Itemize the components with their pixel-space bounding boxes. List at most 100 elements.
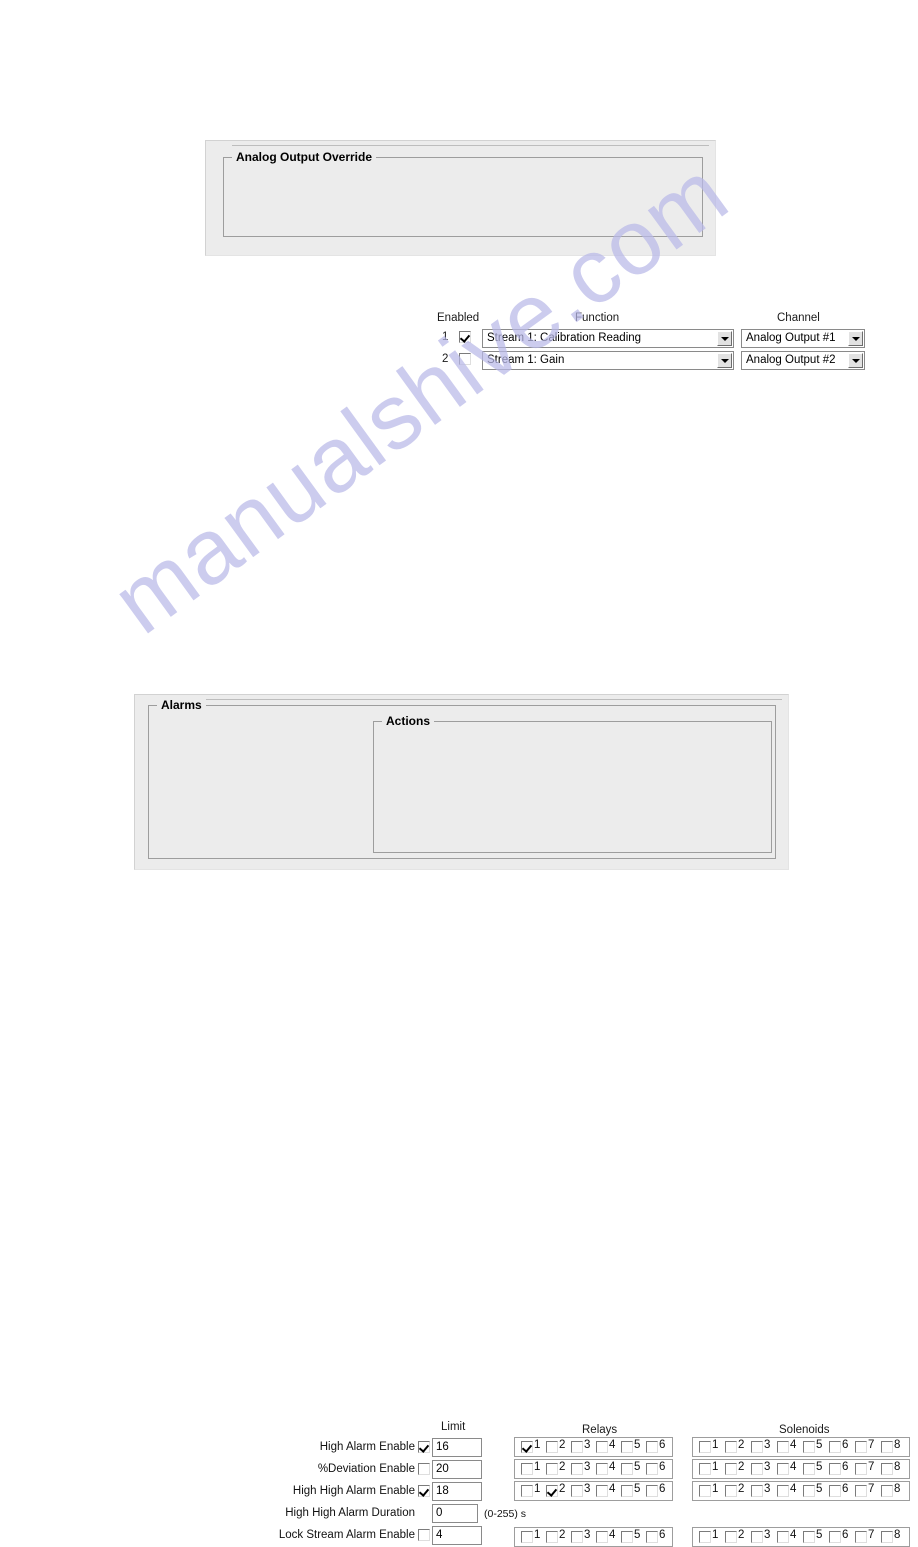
alarm-enable-checkbox[interactable] bbox=[418, 1529, 430, 1541]
alarms-window: Alarms Limit High Alarm Enable 16 %Deviati… bbox=[134, 694, 910, 1547]
relay-number-label: 1 bbox=[534, 1439, 541, 1451]
alarm-enable-checkbox[interactable] bbox=[418, 1463, 430, 1475]
solenoid-checkbox[interactable] bbox=[881, 1531, 893, 1543]
relay-checkbox[interactable] bbox=[621, 1485, 633, 1497]
alarm-enable-checkbox[interactable] bbox=[418, 1441, 430, 1453]
analog-output-channel-combobox[interactable]: Analog Output #1 bbox=[741, 329, 865, 348]
solenoid-number-label: 7 bbox=[868, 1483, 875, 1495]
relay-checkbox[interactable] bbox=[521, 1463, 533, 1475]
solenoid-checkbox[interactable] bbox=[855, 1485, 867, 1497]
solenoid-checkbox[interactable] bbox=[725, 1463, 737, 1475]
relay-checkbox[interactable] bbox=[596, 1485, 608, 1497]
solenoid-checkbox[interactable] bbox=[699, 1441, 711, 1453]
relay-checkbox[interactable] bbox=[521, 1485, 533, 1497]
relay-checkbox[interactable] bbox=[521, 1531, 533, 1543]
solenoid-checkbox[interactable] bbox=[829, 1485, 841, 1497]
solenoid-checkbox[interactable] bbox=[699, 1485, 711, 1497]
solenoid-checkbox[interactable] bbox=[751, 1531, 763, 1543]
solenoid-action-strip: 1 2 3 4 5 6 7 8 bbox=[692, 1459, 910, 1479]
solenoid-checkbox[interactable] bbox=[725, 1441, 737, 1453]
solenoid-checkbox[interactable] bbox=[803, 1531, 815, 1543]
solenoid-checkbox[interactable] bbox=[725, 1485, 737, 1497]
alarm-enable-checkbox[interactable] bbox=[418, 1485, 430, 1497]
relay-checkbox[interactable] bbox=[546, 1441, 558, 1453]
relay-checkbox[interactable] bbox=[621, 1441, 633, 1453]
solenoid-checkbox[interactable] bbox=[751, 1485, 763, 1497]
solenoid-checkbox[interactable] bbox=[777, 1441, 789, 1453]
relay-checkbox[interactable] bbox=[621, 1463, 633, 1475]
alarm-limit-input[interactable]: 4 bbox=[432, 1526, 482, 1545]
relay-checkbox[interactable] bbox=[521, 1441, 533, 1453]
relay-number-label: 1 bbox=[534, 1483, 541, 1495]
solenoid-checkbox[interactable] bbox=[881, 1463, 893, 1475]
alarm-limit-input[interactable]: 20 bbox=[432, 1460, 482, 1479]
chevron-down-icon[interactable] bbox=[717, 353, 732, 368]
relay-checkbox[interactable] bbox=[571, 1531, 583, 1543]
relay-checkbox[interactable] bbox=[571, 1485, 583, 1497]
analog-output-channel-combobox[interactable]: Analog Output #2 bbox=[741, 351, 865, 370]
chevron-down-icon[interactable] bbox=[848, 353, 863, 368]
solenoid-number-label: 4 bbox=[790, 1483, 797, 1495]
relay-checkbox[interactable] bbox=[596, 1463, 608, 1475]
analog-output-enabled-checkbox[interactable] bbox=[459, 353, 471, 365]
solenoid-checkbox[interactable] bbox=[881, 1485, 893, 1497]
solenoid-number-label: 3 bbox=[764, 1483, 771, 1495]
analog-output-function-combobox[interactable]: Stream 1: Gain bbox=[482, 351, 734, 370]
alarm-limit-input[interactable]: 16 bbox=[432, 1438, 482, 1457]
solenoid-number-label: 2 bbox=[738, 1483, 745, 1495]
solenoid-checkbox[interactable] bbox=[803, 1485, 815, 1497]
solenoid-number-label: 3 bbox=[764, 1461, 771, 1473]
solenoid-checkbox[interactable] bbox=[855, 1463, 867, 1475]
solenoid-checkbox[interactable] bbox=[803, 1463, 815, 1475]
solenoids-column-header: Solenoids bbox=[779, 1424, 830, 1436]
relay-checkbox[interactable] bbox=[646, 1463, 658, 1475]
relay-number-label: 2 bbox=[559, 1461, 566, 1473]
relay-action-strip: 1 2 3 4 5 6 bbox=[514, 1459, 673, 1479]
alarm-limit-input[interactable]: 18 bbox=[432, 1482, 482, 1501]
relay-checkbox[interactable] bbox=[596, 1441, 608, 1453]
relay-checkbox[interactable] bbox=[546, 1485, 558, 1497]
relay-checkbox[interactable] bbox=[571, 1441, 583, 1453]
relay-checkbox[interactable] bbox=[571, 1463, 583, 1475]
solenoid-checkbox[interactable] bbox=[777, 1463, 789, 1475]
relay-checkbox[interactable] bbox=[596, 1531, 608, 1543]
relay-checkbox[interactable] bbox=[646, 1441, 658, 1453]
relay-number-label: 3 bbox=[584, 1529, 591, 1541]
solenoid-checkbox[interactable] bbox=[829, 1531, 841, 1543]
actions-title: Actions bbox=[382, 714, 435, 728]
solenoid-number-label: 1 bbox=[712, 1439, 719, 1451]
alarm-limit-input[interactable]: 0 bbox=[432, 1504, 478, 1523]
alarms-title: Alarms bbox=[157, 698, 206, 712]
solenoid-checkbox[interactable] bbox=[699, 1531, 711, 1543]
relay-checkbox[interactable] bbox=[546, 1531, 558, 1543]
solenoid-checkbox[interactable] bbox=[751, 1463, 763, 1475]
chevron-down-icon[interactable] bbox=[717, 331, 732, 346]
solenoid-checkbox[interactable] bbox=[725, 1531, 737, 1543]
relay-action-strip: 1 2 3 4 5 6 bbox=[514, 1437, 673, 1457]
solenoid-checkbox[interactable] bbox=[855, 1531, 867, 1543]
relay-checkbox[interactable] bbox=[546, 1463, 558, 1475]
solenoid-checkbox[interactable] bbox=[699, 1463, 711, 1475]
chevron-down-icon[interactable] bbox=[848, 331, 863, 346]
relay-checkbox[interactable] bbox=[646, 1485, 658, 1497]
relay-checkbox[interactable] bbox=[621, 1531, 633, 1543]
analog-output-enabled-checkbox[interactable] bbox=[459, 331, 471, 343]
relay-number-label: 4 bbox=[609, 1483, 616, 1495]
solenoid-checkbox[interactable] bbox=[751, 1441, 763, 1453]
analog-output-row-index: 2 bbox=[442, 353, 449, 365]
solenoid-checkbox[interactable] bbox=[803, 1441, 815, 1453]
analog-output-function-combobox[interactable]: Stream 1: Calibration Reading bbox=[482, 329, 734, 348]
solenoid-checkbox[interactable] bbox=[855, 1441, 867, 1453]
solenoid-checkbox[interactable] bbox=[829, 1441, 841, 1453]
solenoid-checkbox[interactable] bbox=[881, 1441, 893, 1453]
alarm-limit-value: 20 bbox=[436, 1463, 449, 1475]
analog-output-override-window: Analog Output Override Enabled Function … bbox=[205, 140, 865, 370]
solenoid-checkbox[interactable] bbox=[829, 1463, 841, 1475]
solenoid-number-label: 6 bbox=[842, 1439, 849, 1451]
solenoid-number-label: 3 bbox=[764, 1529, 771, 1541]
solenoid-checkbox[interactable] bbox=[777, 1531, 789, 1543]
relay-number-label: 2 bbox=[559, 1529, 566, 1541]
relay-checkbox[interactable] bbox=[646, 1531, 658, 1543]
solenoid-number-label: 7 bbox=[868, 1529, 875, 1541]
solenoid-checkbox[interactable] bbox=[777, 1485, 789, 1497]
